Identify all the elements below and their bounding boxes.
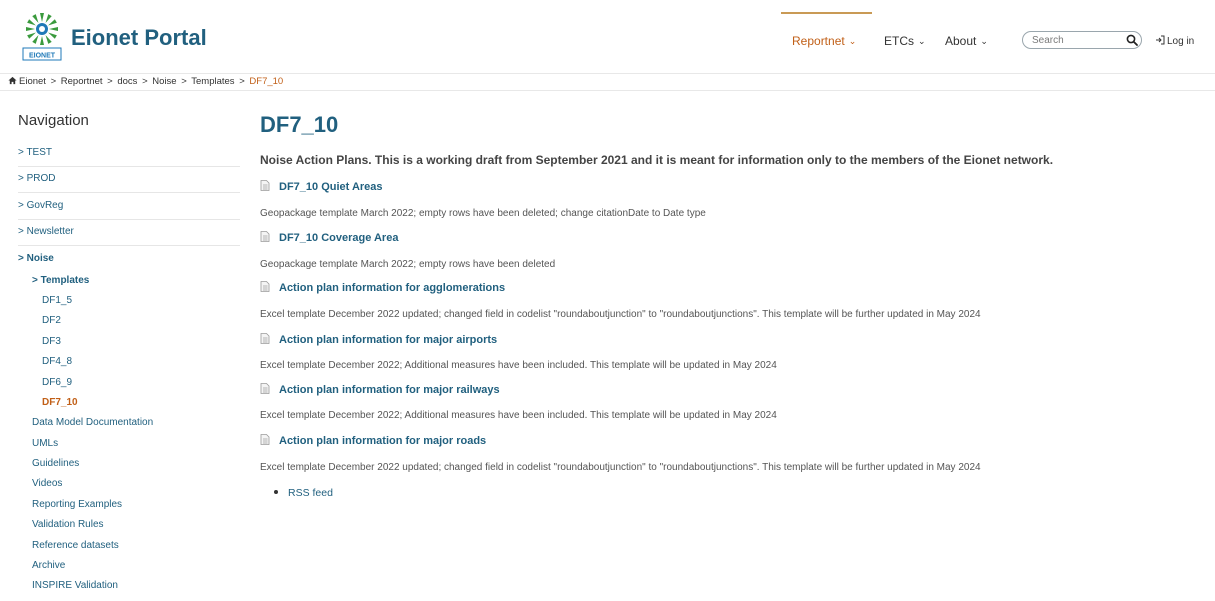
document-icon: [260, 281, 270, 292]
sidebar-item-reference-datasets[interactable]: Reference datasets: [32, 540, 119, 551]
nav-reportnet-label: Reportnet: [792, 34, 845, 48]
file-link-title: DF7_10 Coverage Area: [279, 232, 399, 244]
sidebar-item-df1-5[interactable]: DF1_5: [42, 295, 72, 306]
document-icon: [260, 333, 270, 344]
sidebar-item-archive[interactable]: Archive: [32, 560, 65, 571]
search-box: [1022, 31, 1142, 49]
sidebar-item-df4-8[interactable]: DF4_8: [42, 356, 72, 367]
breadcrumb-item-noise[interactable]: Noise: [152, 76, 176, 87]
rss-feed-link[interactable]: RSS feed: [274, 487, 333, 499]
chevron-down-icon: ⌄: [980, 36, 988, 46]
search-input[interactable]: [1032, 33, 1120, 47]
sidebar-item-df3[interactable]: DF3: [42, 336, 61, 347]
file-link-major-roads[interactable]: Action plan information for major roads: [260, 434, 486, 447]
login-link[interactable]: Log in: [1155, 35, 1194, 47]
file-link-agglomerations[interactable]: Action plan information for agglomeratio…: [260, 281, 505, 294]
file-link-title: DF7_10 Quiet Areas: [279, 181, 383, 193]
sidebar-item-test[interactable]: > TEST: [18, 147, 240, 167]
nav-about-label: About: [945, 34, 977, 48]
sidebar-item-govreg[interactable]: > GovReg: [18, 200, 240, 220]
file-description: Excel template December 2022; Additional…: [260, 360, 777, 371]
file-description: Excel template December 2022; Additional…: [260, 410, 777, 421]
sidebar-item-validation-rules[interactable]: Validation Rules: [32, 519, 104, 530]
document-icon: [260, 231, 270, 242]
chevron-down-icon: ⌄: [848, 36, 857, 46]
file-link-title: Action plan information for major railwa…: [279, 384, 500, 396]
login-icon: [1156, 35, 1165, 45]
file-description: Geopackage template March 2022; empty ro…: [260, 259, 556, 270]
search-icon[interactable]: [1126, 34, 1138, 46]
breadcrumb: Eionet > Reportnet > docs > Noise > Temp…: [8, 76, 283, 87]
bullet-icon: [274, 490, 278, 494]
page-title: DF7_10: [260, 112, 339, 137]
login-label: Log in: [1167, 36, 1195, 47]
sidebar-item-newsletter[interactable]: > Newsletter: [18, 226, 240, 246]
sidebar-item-inspire-validation[interactable]: INSPIRE Validation: [32, 580, 118, 591]
document-icon: [260, 383, 270, 394]
sidebar-item-reporting-examples[interactable]: Reporting Examples: [32, 499, 122, 510]
sidebar-item-df6-9[interactable]: DF6_9: [42, 377, 72, 388]
nav-about[interactable]: About ⌄: [945, 34, 988, 48]
file-link-title: Action plan information for major airpor…: [279, 334, 498, 346]
nav-reportnet[interactable]: Reportnet ⌄: [792, 34, 856, 48]
breadcrumb-bar: Eionet > Reportnet > docs > Noise > Temp…: [0, 73, 1215, 91]
document-icon: [260, 434, 270, 445]
nav-etcs-label: ETCs: [884, 34, 914, 48]
breadcrumb-current: DF7_10: [249, 76, 284, 87]
nav-active-indicator: [781, 12, 872, 14]
sidebar-item-umls[interactable]: UMLs: [32, 438, 58, 449]
logo-text: EIONET: [29, 53, 56, 60]
page-description: Noise Action Plans. This is a working dr…: [260, 153, 1054, 167]
breadcrumb-separator: >: [239, 76, 245, 87]
site-header: EIONET Eionet Portal Reportnet ⌄ ETCs ⌄ Ab…: [0, 0, 1215, 70]
file-link-title: Action plan information for agglomeratio…: [279, 282, 506, 294]
breadcrumb-separator: >: [181, 76, 187, 87]
document-icon: [260, 180, 270, 191]
file-description: Excel template December 2022 updated; ch…: [260, 309, 981, 320]
file-link-major-railways[interactable]: Action plan information for major railwa…: [260, 383, 500, 396]
breadcrumb-item-reportnet[interactable]: Reportnet: [61, 76, 103, 87]
sidebar-item-df2[interactable]: DF2: [42, 315, 61, 326]
file-link-title: Action plan information for major roads: [279, 435, 487, 447]
sidebar-item-df7-10[interactable]: DF7_10: [42, 397, 78, 408]
sidebar-item-noise[interactable]: > Noise: [18, 253, 240, 272]
file-description: Excel template December 2022 updated; ch…: [260, 462, 981, 473]
home-icon[interactable]: [8, 76, 17, 85]
breadcrumb-item-eionet[interactable]: Eionet: [19, 76, 46, 87]
breadcrumb-item-templates[interactable]: Templates: [191, 76, 234, 87]
file-description: Geopackage template March 2022; empty ro…: [260, 208, 706, 219]
sidebar-item-prod[interactable]: > PROD: [18, 173, 240, 193]
file-link-coverage-area[interactable]: DF7_10 Coverage Area: [260, 231, 398, 244]
sidebar-item-templates[interactable]: > Templates: [32, 275, 89, 286]
sidebar-item-data-model-documentation[interactable]: Data Model Documentation: [32, 417, 153, 428]
nav-etcs[interactable]: ETCs ⌄: [884, 34, 926, 48]
sidebar-item-guidelines[interactable]: Guidelines: [32, 458, 79, 469]
rss-feed-label: RSS feed: [288, 487, 333, 499]
breadcrumb-separator: >: [142, 76, 148, 87]
breadcrumb-separator: >: [50, 76, 57, 87]
file-link-major-airports[interactable]: Action plan information for major airpor…: [260, 333, 497, 346]
file-link-quiet-areas[interactable]: DF7_10 Quiet Areas: [260, 180, 383, 193]
sidebar-item-videos[interactable]: Videos: [32, 478, 62, 489]
sidebar-heading: Navigation: [18, 112, 89, 129]
breadcrumb-separator: >: [107, 76, 113, 87]
chevron-down-icon: ⌄: [918, 36, 926, 46]
breadcrumb-item-docs[interactable]: docs: [117, 76, 137, 87]
